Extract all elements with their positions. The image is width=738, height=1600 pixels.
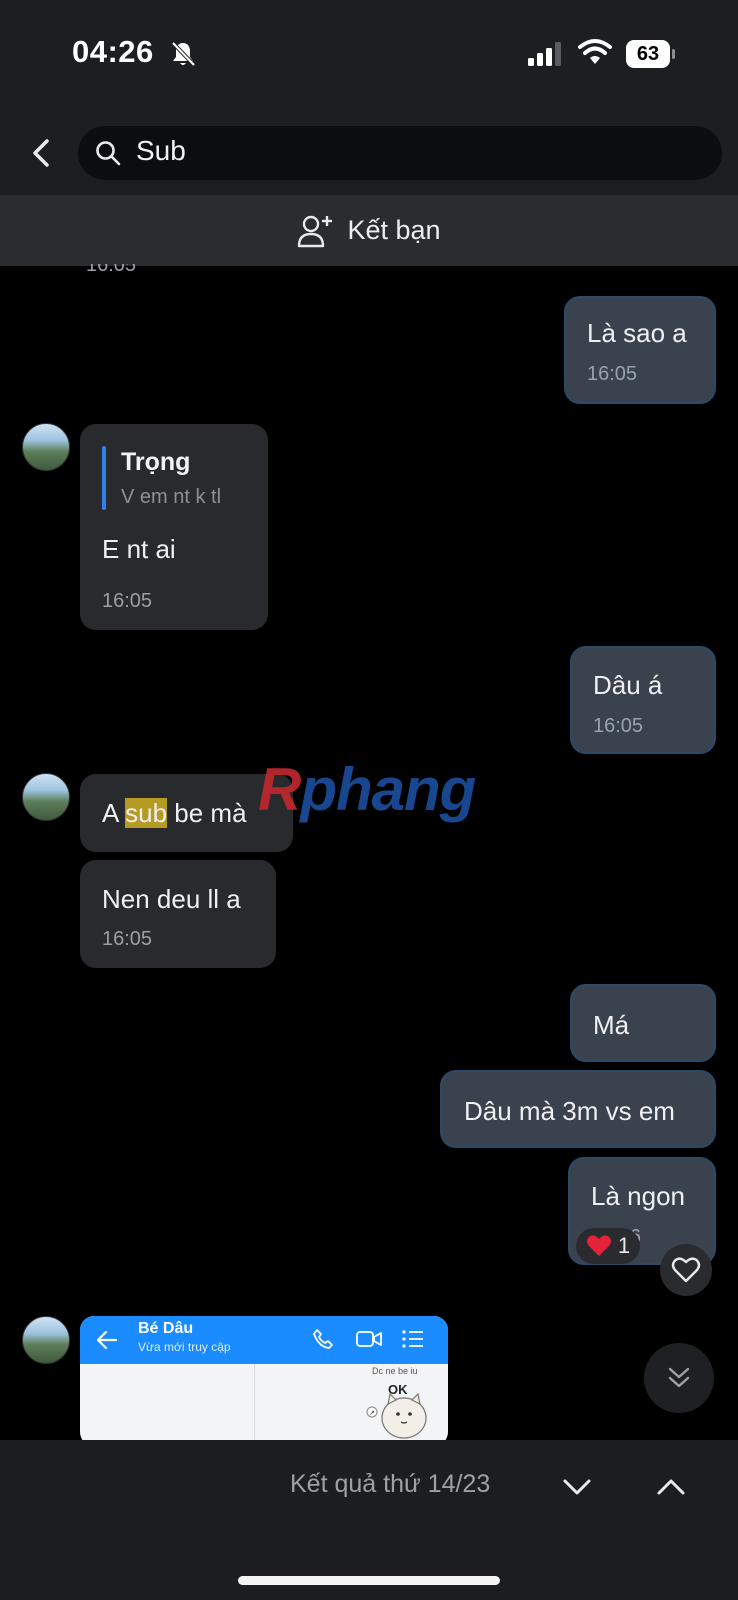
- chevron-left-icon: [33, 139, 49, 167]
- back-button[interactable]: [18, 130, 64, 176]
- incoming-message[interactable]: Nen deu ll a 16:05: [80, 860, 276, 968]
- add-person-icon: [298, 215, 333, 247]
- message-text: Má: [593, 1010, 630, 1040]
- outgoing-message[interactable]: Dâu mà 3m vs em: [440, 1070, 716, 1148]
- message-time: 16:05: [593, 715, 644, 737]
- heart-icon: [586, 1235, 611, 1256]
- image-note-text: Dc ne be iu: [372, 1366, 418, 1376]
- incoming-message-reply[interactable]: Trọng V em nt k tl E nt ai 16:05: [80, 424, 268, 630]
- outgoing-message[interactable]: Má: [570, 984, 716, 1062]
- avatar[interactable]: [22, 773, 70, 821]
- status-time: 04:26: [72, 34, 154, 69]
- message-text: E nt ai: [102, 534, 176, 564]
- outgoing-message[interactable]: Là sao a 16:05: [564, 296, 716, 404]
- cat-sticker-icon: ↗ OK: [366, 1382, 427, 1439]
- quoted-sender: Trọng: [121, 448, 191, 476]
- message-text: A sub be mà: [102, 798, 247, 829]
- scroll-to-bottom-button[interactable]: [644, 1343, 714, 1413]
- image-contact-status: Vừa mới truy cập: [138, 1340, 231, 1354]
- quote-bar: [102, 446, 106, 510]
- message-text: Nen deu ll a: [102, 884, 241, 914]
- chevron-down-icon[interactable]: [558, 1468, 596, 1506]
- heart-outline-icon: [671, 1257, 701, 1283]
- image-chat-header: Bé Dâu Vừa mới truy cập: [80, 1316, 448, 1364]
- message-time: 16:05: [102, 590, 153, 612]
- react-button[interactable]: [660, 1244, 712, 1296]
- message-text: Là ngon: [591, 1181, 685, 1211]
- bell-muted-icon: [171, 41, 196, 67]
- video-call-icon: [356, 1331, 382, 1347]
- add-friend-button[interactable]: Kết bạn: [0, 195, 738, 266]
- outgoing-message[interactable]: Dâu á 16:05: [570, 646, 716, 754]
- watermark-part1: R: [258, 756, 301, 823]
- watermark-part2: phang: [300, 756, 476, 823]
- message-time: 16:05: [102, 928, 153, 950]
- reaction-summary[interactable]: 1: [576, 1228, 640, 1264]
- message-text-post: be mà: [167, 798, 247, 828]
- wifi-icon: [578, 39, 612, 64]
- arrow-left-icon: [96, 1330, 118, 1350]
- chevron-up-icon[interactable]: [652, 1468, 690, 1506]
- sticker-text: OK: [388, 1382, 408, 1397]
- home-indicator[interactable]: [238, 1576, 500, 1585]
- avatar[interactable]: [22, 1316, 70, 1364]
- message-text: Dâu á: [593, 670, 663, 700]
- list-icon: [402, 1330, 423, 1348]
- image-contact-name: Bé Dâu: [138, 1320, 194, 1337]
- search-query[interactable]: Sub: [136, 135, 186, 167]
- message-text: Dâu mà 3m vs em: [464, 1096, 675, 1126]
- search-result-counter: Kết quả thứ 14/23: [290, 1470, 491, 1498]
- add-friend-label: Kết bạn: [347, 215, 441, 245]
- watermark-logo: Rphang: [258, 755, 476, 824]
- battery-level: 63: [636, 42, 660, 65]
- reaction-count: 1: [617, 1233, 631, 1258]
- avatar[interactable]: [22, 423, 70, 471]
- message-text-pre: A: [102, 798, 126, 828]
- phone-icon: [313, 1329, 333, 1349]
- battery-indicator: 63: [626, 40, 676, 68]
- search-icon: [96, 141, 121, 166]
- signal-icon: [528, 42, 561, 66]
- message-time: 16:05: [587, 363, 638, 385]
- double-chevron-down-icon: [668, 1367, 690, 1388]
- message-text: Là sao a: [587, 318, 687, 348]
- image-message[interactable]: Bé Dâu Vừa mới truy cập Dc ne be iu ↗ OK: [80, 1316, 448, 1446]
- quoted-text: V em nt k tl: [121, 486, 222, 508]
- svg-text:↗: ↗: [369, 1410, 375, 1417]
- search-highlight: sub: [125, 798, 168, 828]
